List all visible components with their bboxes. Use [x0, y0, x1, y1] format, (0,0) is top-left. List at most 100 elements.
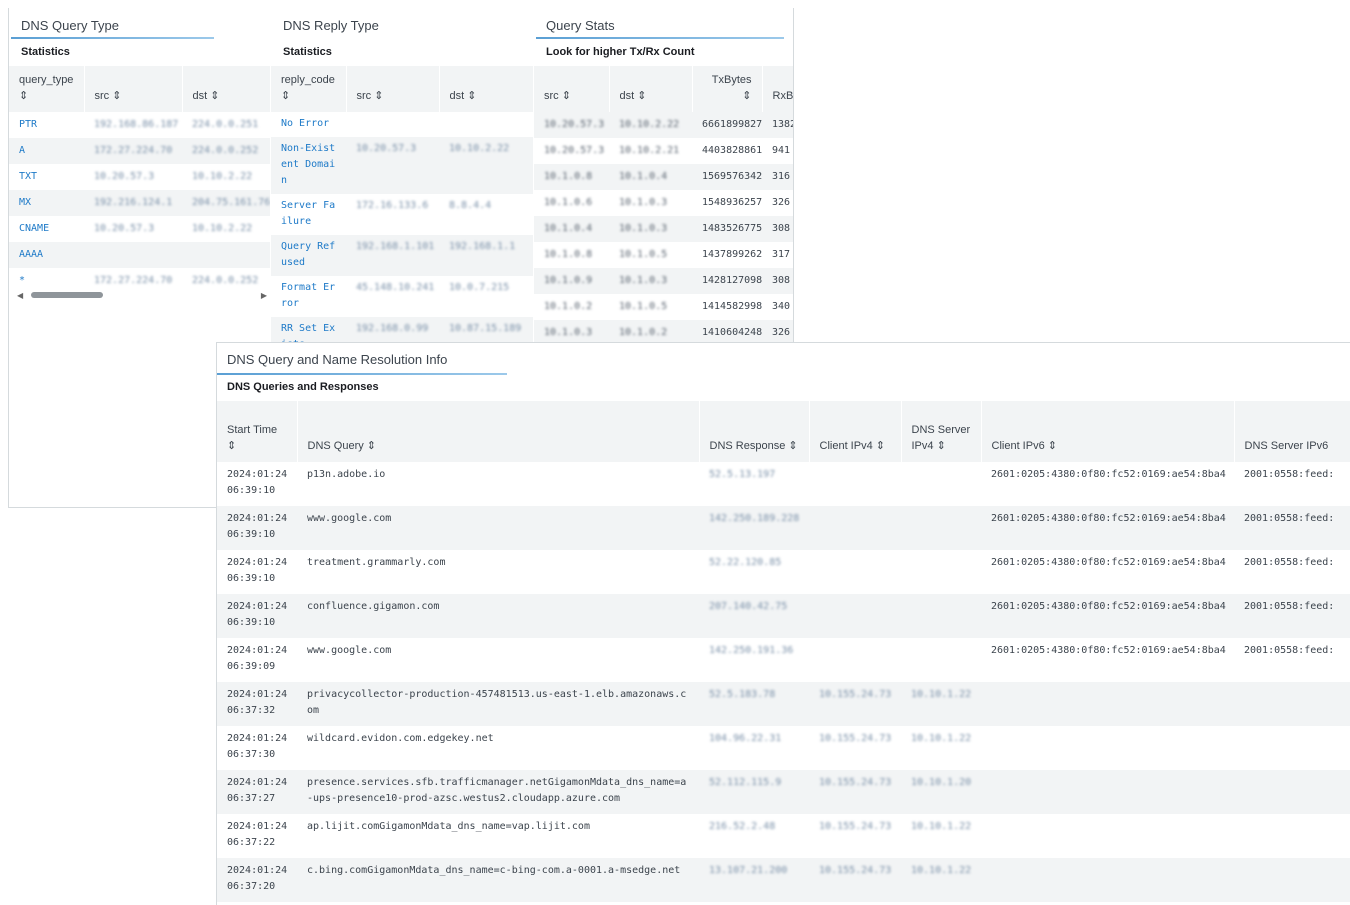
src-ip-link[interactable]: 192.168.0.99 [356, 323, 428, 334]
table-row: 10.20.57.3 10.10.2.21 4403828861 941 [534, 138, 793, 164]
src-ip: 10.20.57.3 [544, 119, 605, 130]
dns-server-ipv4: 10.10.1.20 [911, 777, 972, 788]
dns-server-ipv6-cell [1234, 726, 1350, 770]
dst-ip-link[interactable]: 204.75.161.76 [192, 197, 270, 208]
src-ip-link[interactable]: 172.27.224.70 [94, 275, 172, 286]
query-stats-panel: Query Stats Look for higher Tx/Rx Count … [534, 8, 794, 342]
reply-code-link[interactable]: No Error [281, 118, 329, 129]
dst-ip-link-cell: 10.0.7.215 [439, 276, 533, 317]
dst-ip-link[interactable]: 10.87.15.189 [449, 323, 521, 334]
dns-server-ipv4: 10.10.1.22 [911, 865, 972, 876]
dst-ip-link[interactable]: 10.0.7.215 [449, 282, 509, 293]
dst-ip-link[interactable]: 10.10.2.22 [192, 223, 252, 234]
query-type-table: query_type ⇕ src ⇕ dst ⇕ PTR 192.168.86.18… [9, 66, 270, 294]
dst-ip-link[interactable]: 224.0.0.252 [192, 275, 258, 286]
dns-query-cell: confluence.gigamon.com [297, 594, 699, 638]
dst-ip-link[interactable]: 10.10.2.22 [449, 143, 509, 154]
dst-ip-link[interactable]: 8.8.4.4 [449, 200, 491, 211]
column-header-src[interactable]: src ⇕ [534, 66, 610, 112]
start-time-cell: 2024:01:24 06:39:09 [217, 638, 297, 682]
client-ipv6-cell: 2601:0205:4380:0f80:fc52:0169:ae54:8ba4 [981, 506, 1234, 550]
client-ipv6: 2601:0205:4380:0f80:fc52:0169:ae54:8ba4 [991, 601, 1226, 612]
query-type-link[interactable]: AAAA [19, 249, 43, 260]
dst-ip-link[interactable]: 10.10.2.22 [192, 171, 252, 182]
column-header-client-ipv4[interactable]: Client IPv4 ⇕ [809, 401, 902, 462]
query-type-link[interactable]: * [19, 275, 25, 286]
table-row: 10.1.0.8 10.1.0.5 1437899262 317 [534, 242, 793, 268]
dns-response: 52.22.120.85 [709, 557, 782, 568]
dns-response-cell: 142.250.191.36 [699, 638, 809, 682]
table-row: 10.1.0.8 10.1.0.4 1569576342 316 [534, 164, 793, 190]
reply-code-link[interactable]: Query Refused [281, 241, 335, 268]
query-type-link[interactable]: MX [19, 197, 31, 208]
scroll-right-icon[interactable]: ▶ [261, 291, 267, 300]
dns-query: presence.services.sfb.trafficmanager.net… [307, 777, 687, 804]
dst-ip-link-cell: 224.0.0.251 [182, 112, 270, 138]
query-type-link[interactable]: CNAME [19, 223, 49, 234]
column-header-dns-server-ipv4[interactable]: DNS Server IPv4 ⇕ [901, 401, 982, 462]
dst-ip-link[interactable]: 192.168.1.1 [449, 241, 515, 252]
column-header-txbytes[interactable]: TxBytes ⇕ [692, 66, 763, 112]
client-ipv6-cell [981, 858, 1234, 902]
dst-ip-link[interactable]: 224.0.0.252 [192, 145, 258, 156]
column-header-query-type[interactable]: query_type ⇕ [9, 66, 85, 112]
reply-code-link[interactable]: Format Error [281, 282, 335, 309]
client-ipv6: 2601:0205:4380:0f80:fc52:0169:ae54:8ba4 [991, 557, 1226, 568]
rx-bytes: 326 [772, 197, 791, 208]
src-ip-link[interactable]: 10.20.57.3 [356, 143, 416, 154]
src-ip-link[interactable]: 192.168.1.101 [356, 241, 434, 252]
dst-ip-cell: 10.1.0.3 [609, 216, 692, 242]
dst-ip-link-cell: 224.0.0.252 [182, 138, 270, 164]
reply-code-link[interactable]: Server Failure [281, 200, 335, 227]
src-ip-link[interactable]: 192.168.86.187 [94, 119, 178, 130]
reply-code-link[interactable]: RR Set Exists [281, 323, 335, 342]
column-header-dns-server-ipv6[interactable]: DNS Server IPv6 [1234, 401, 1350, 462]
reply-code-link-cell: Server Failure [271, 194, 346, 235]
panel-subtitle: Statistics [283, 46, 332, 58]
tx-bytes: 1414582998 [702, 301, 762, 312]
src-ip-link[interactable]: 172.27.224.70 [94, 145, 172, 156]
start-time: 2024:01:24 06:39:10 [227, 469, 288, 496]
src-ip-link[interactable]: 45.148.10.241 [356, 282, 434, 293]
tx-bytes-cell: 1428127098 [692, 268, 762, 294]
client-ipv6-cell: 2601:0205:4380:0f80:fc52:0169:ae54:8ba4 [981, 550, 1234, 594]
scrollbar-thumb[interactable] [31, 292, 103, 298]
dns-server-ipv6-cell: 2001:0558:feed: [1234, 550, 1350, 594]
column-header-dns-response[interactable]: DNS Response ⇕ [699, 401, 810, 462]
dst-ip-cell: 10.1.0.5 [609, 294, 692, 320]
start-time-cell: 2024:01:24 06:37:27 [217, 770, 297, 814]
column-header-client-ipv6[interactable]: Client IPv6 ⇕ [981, 401, 1235, 462]
scroll-left-icon[interactable]: ◀ [17, 291, 23, 300]
rx-bytes: 308 [772, 275, 791, 286]
dst-ip-link[interactable]: 224.0.0.251 [192, 119, 258, 130]
horizontal-scrollbar[interactable]: ◀ ▶ [17, 290, 267, 300]
query-type-link[interactable]: PTR [19, 119, 37, 130]
dns-server-ipv4-cell: 10.10.1.22 [901, 682, 981, 726]
column-header-start-time[interactable]: Start Time ⇕ [217, 401, 298, 462]
src-ip-link[interactable]: 10.20.57.3 [94, 223, 154, 234]
column-header-dst[interactable]: dst ⇕ [182, 66, 270, 112]
tx-bytes-cell: 4403828861 [692, 138, 762, 164]
query-type-link[interactable]: A [19, 145, 25, 156]
start-time: 2024:01:24 06:39:09 [227, 645, 288, 672]
src-ip-link[interactable]: 10.20.57.3 [94, 171, 154, 182]
query-type-link[interactable]: TXT [19, 171, 37, 182]
column-header-reply-code[interactable]: reply_code ⇕ [271, 66, 347, 112]
column-header-rxbytes[interactable]: RxBytes [762, 66, 793, 112]
dns-query: p13n.adobe.io [307, 469, 386, 480]
src-ip-link[interactable]: 172.16.133.6 [356, 200, 428, 211]
src-ip-link[interactable]: 192.216.124.1 [94, 197, 172, 208]
src-ip-cell: 10.1.0.6 [534, 190, 609, 216]
rx-bytes: 308 [772, 223, 791, 234]
reply-code-link[interactable]: Non-Existent Domain [281, 143, 335, 186]
column-header-dst[interactable]: dst ⇕ [609, 66, 693, 112]
column-header-src[interactable]: src ⇕ [346, 66, 440, 112]
column-header-dst[interactable]: dst ⇕ [439, 66, 533, 112]
dns-server-ipv4-cell: 10.10.1.20 [901, 770, 981, 814]
start-time: 2024:01:24 06:37:22 [227, 821, 288, 848]
column-header-dns-query[interactable]: DNS Query ⇕ [297, 401, 700, 462]
dst-ip: 10.10.2.21 [619, 145, 680, 156]
tx-bytes: 1410604248 [702, 327, 762, 338]
column-header-src[interactable]: src ⇕ [84, 66, 183, 112]
dst-ip-cell: 10.1.0.5 [609, 242, 692, 268]
